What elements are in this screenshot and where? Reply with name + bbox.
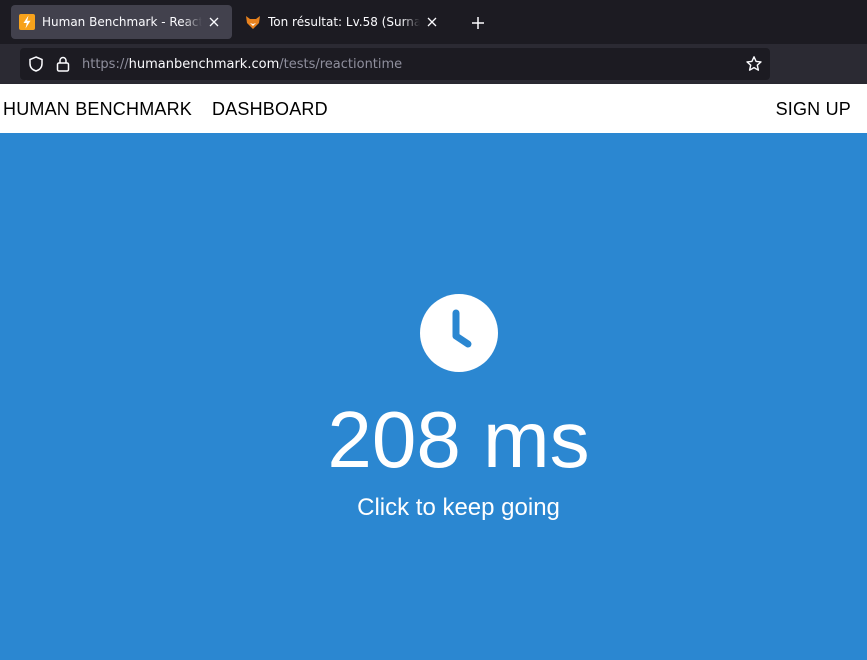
close-tab-icon[interactable] bbox=[206, 14, 222, 30]
close-tab-icon[interactable] bbox=[424, 14, 440, 30]
new-tab-icon[interactable] bbox=[468, 13, 488, 33]
shield-icon[interactable] bbox=[27, 55, 45, 78]
url-host: humanbenchmark.com bbox=[128, 57, 280, 72]
bookmark-star-icon[interactable] bbox=[745, 55, 763, 78]
nav-signup-link[interactable]: SIGN UP bbox=[776, 99, 851, 120]
browser-tab-bar: Human Benchmark - Reaction Time Test Ton… bbox=[0, 0, 867, 44]
tab-title: Human Benchmark - Reaction Time Test bbox=[42, 15, 202, 29]
clock-icon bbox=[420, 294, 498, 372]
fox-icon bbox=[245, 14, 261, 30]
url-scheme: https:// bbox=[82, 57, 129, 72]
lightning-icon bbox=[19, 14, 35, 30]
keep-going-prompt: Click to keep going bbox=[357, 494, 560, 521]
tab-reaction-time[interactable]: Human Benchmark - Reaction Time Test bbox=[11, 5, 232, 39]
url-text[interactable]: https://humanbenchmark.com/tests/reactio… bbox=[82, 57, 402, 72]
nav-home-link[interactable]: HUMAN BENCHMARK bbox=[3, 99, 192, 120]
tab-title: Ton résultat: Lv.58 (Surnaturel)! bbox=[268, 15, 420, 29]
lock-icon[interactable] bbox=[55, 55, 71, 78]
site-header: HUMAN BENCHMARK DASHBOARD SIGN UP bbox=[0, 84, 867, 133]
url-path: /tests/reactiontime bbox=[279, 57, 403, 72]
nav-dashboard-link[interactable]: DASHBOARD bbox=[212, 99, 328, 120]
tab-result[interactable]: Ton résultat: Lv.58 (Surnaturel)! bbox=[240, 5, 450, 39]
reaction-time-result: 208 ms bbox=[327, 395, 590, 484]
